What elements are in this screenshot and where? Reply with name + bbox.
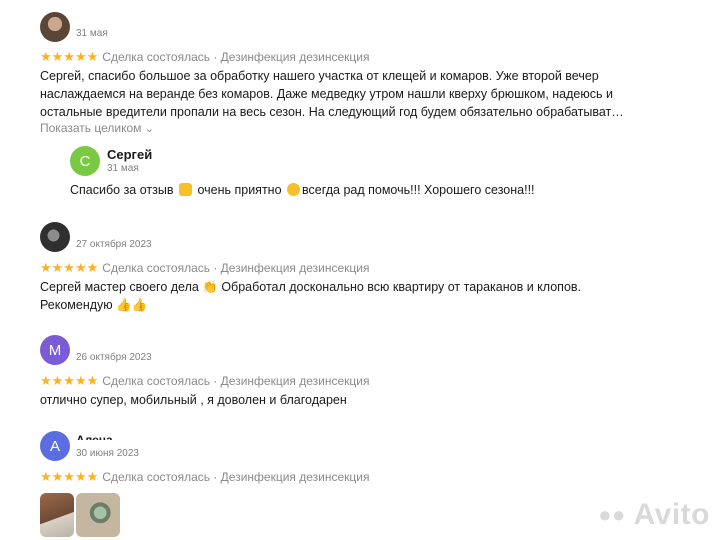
review-text: Сергей, спасибо большое за обработку наш… [40, 69, 624, 119]
rating-stars: ★★★★★ [40, 49, 99, 64]
reviewer-avatar: А [40, 431, 70, 461]
rating-stars: ★★★★★ [40, 373, 99, 388]
review-date: 31 мая [76, 28, 108, 39]
review-photo-thumbnail[interactable] [40, 493, 74, 537]
rating-stars: ★★★★★ [40, 469, 99, 484]
chevron-down-icon: ⌄ [144, 123, 154, 135]
review-meta: ★★★★★ Сделка состоялась · Дезинфекция дез… [40, 260, 370, 275]
avito-logo-icon: ●● [598, 502, 626, 527]
smile-emoji-icon [287, 183, 301, 196]
review-meta: ★★★★★ Сделка состоялась · Дезинфекция дез… [40, 373, 370, 388]
review-meta: ★★★★★ Сделка состоялась · Дезинфекция дез… [40, 469, 370, 484]
reviewer-avatar: М [40, 335, 70, 365]
reviewer-avatar-photo [40, 12, 70, 42]
reviewer-name: Алена [76, 433, 113, 440]
reviewer-avatar-photo [40, 222, 70, 252]
reply-author-name: Сергей [107, 147, 153, 162]
avito-watermark: ●● Avito [598, 498, 710, 531]
review-text: отлично супер, мобильный , я доволен и б… [40, 393, 347, 407]
review-meta: ★★★★★ Сделка состоялась · Дезинфекция дез… [40, 49, 370, 64]
review-text: Сергей мастер своего дела 👏 Обработал до… [40, 280, 582, 312]
review-date: 27 октября 2023 [76, 239, 152, 250]
reply-date: 31 мая [107, 163, 139, 174]
heart-emoji-icon [178, 183, 192, 196]
review-photo-thumbnail[interactable] [76, 493, 120, 537]
reply-avatar: С [70, 146, 100, 176]
review-date: 26 октября 2023 [76, 352, 152, 363]
reply-text: Спасибо за отзыв очень приятно всегда ра… [70, 183, 535, 197]
rating-stars: ★★★★★ [40, 260, 99, 275]
review-date: 30 июня 2023 [76, 448, 139, 459]
show-full-button[interactable]: Показать целиком ⌄ [40, 121, 154, 135]
